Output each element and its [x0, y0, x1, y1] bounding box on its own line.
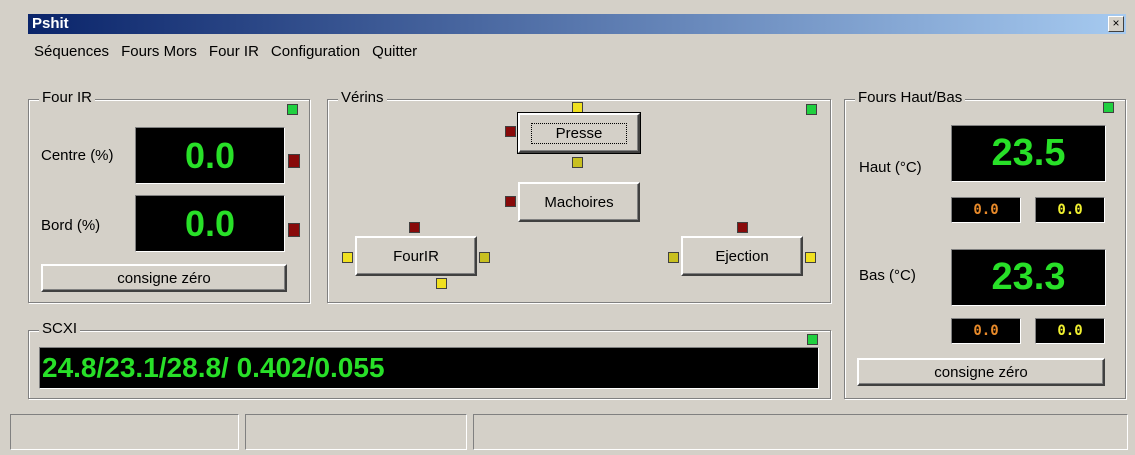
menu-bar: Séquences Fours Mors Four IR Configurati… [28, 40, 423, 64]
verins-legend: Vérins [338, 89, 387, 106]
presse-button[interactable]: Presse [517, 112, 641, 154]
ejection-left-led [668, 252, 679, 263]
fours-haut-bas-group: Fours Haut/Bas Haut (°C) 23.5 0.0 0.0 Ba… [844, 89, 1126, 399]
presse-left-led [505, 126, 516, 137]
four-ir-consigne-zero-button[interactable]: consigne zéro [41, 264, 287, 292]
verins-group: Vérins Presse Machoires FourIR Ejection [327, 89, 831, 303]
window-title: Pshit [32, 15, 69, 32]
menu-four-ir[interactable]: Four IR [203, 40, 265, 64]
close-icon[interactable]: × [1108, 16, 1124, 32]
status-panel-1 [10, 414, 239, 450]
four-ir-status-led [287, 104, 298, 115]
haut-label: Haut (°C) [859, 159, 922, 176]
presse-top-led [572, 102, 583, 113]
presse-bottom-led [572, 157, 583, 168]
four-ir-legend: Four IR [39, 89, 96, 106]
fourir-left-led [342, 252, 353, 263]
ejection-top-led [737, 222, 748, 233]
haut-small-orange: 0.0 [951, 197, 1021, 223]
fours-haut-bas-status-led [1103, 102, 1114, 113]
presse-button-label: Presse [530, 122, 628, 144]
status-panel-3 [473, 414, 1128, 450]
status-panel-2 [245, 414, 467, 450]
menu-fours-mors[interactable]: Fours Mors [115, 40, 203, 64]
centre-label: Centre (%) [41, 147, 114, 164]
machoires-led [505, 196, 516, 207]
bord-led [288, 223, 300, 237]
centre-display: 0.0 [135, 127, 285, 184]
fours-consigne-zero-button[interactable]: consigne zéro [857, 358, 1105, 386]
scxi-legend: SCXI [39, 320, 81, 337]
scxi-group: SCXI 24.8/23.1/28.8/ 0.402/0.055 [28, 320, 831, 399]
bord-display: 0.0 [135, 195, 285, 252]
fourir-top-led [409, 222, 420, 233]
fourir-right-led [479, 252, 490, 263]
fourir-bottom-led [436, 278, 447, 289]
bas-display: 23.3 [951, 249, 1106, 306]
title-bar: Pshit × [28, 14, 1126, 34]
menu-configuration[interactable]: Configuration [265, 40, 366, 64]
menu-sequences[interactable]: Séquences [28, 40, 115, 64]
verins-status-led [806, 104, 817, 115]
haut-display: 23.5 [951, 125, 1106, 182]
bas-small-orange: 0.0 [951, 318, 1021, 344]
four-ir-group: Four IR Centre (%) 0.0 Bord (%) 0.0 cons… [28, 89, 310, 303]
bord-label: Bord (%) [41, 217, 101, 234]
menu-quitter[interactable]: Quitter [366, 40, 423, 64]
haut-small-yellow: 0.0 [1035, 197, 1105, 223]
bas-small-yellow: 0.0 [1035, 318, 1105, 344]
centre-led [288, 154, 300, 168]
scxi-status-led [807, 334, 818, 345]
machoires-button[interactable]: Machoires [518, 182, 640, 222]
fourir-button[interactable]: FourIR [355, 236, 477, 276]
ejection-right-led [805, 252, 816, 263]
bas-label: Bas (°C) [859, 267, 916, 284]
ejection-button[interactable]: Ejection [681, 236, 803, 276]
status-bar [10, 414, 1128, 450]
fours-haut-bas-legend: Fours Haut/Bas [855, 89, 966, 106]
scxi-display: 24.8/23.1/28.8/ 0.402/0.055 [39, 347, 819, 389]
